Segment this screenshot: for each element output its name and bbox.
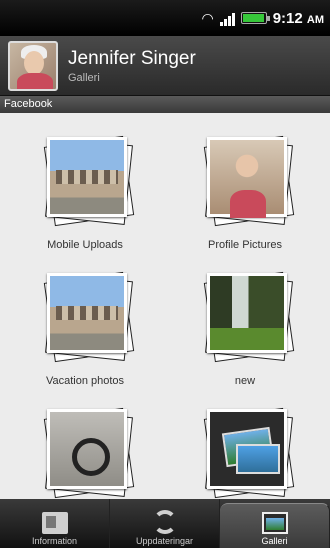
bottom-tab-bar: Information Uppdateringar Galleri	[0, 499, 330, 548]
clock: 9:12 AM	[272, 9, 324, 27]
album-label: Mobile Uploads	[47, 239, 123, 251]
tab-updates[interactable]: Uppdateringar	[110, 499, 220, 548]
gallery-icon	[261, 512, 288, 534]
album-item[interactable]: Profile Pictures	[165, 127, 325, 263]
profile-subtitle: Galleri	[68, 71, 100, 84]
album-cover	[47, 137, 127, 217]
avatar[interactable]	[8, 40, 58, 91]
album-label: new	[234, 375, 256, 387]
tab-gallery[interactable]: Galleri	[220, 503, 330, 548]
album-label: Vacation photos	[45, 375, 125, 387]
album-cover	[207, 409, 287, 489]
profile-header: Jennifer Singer Galleri	[0, 36, 330, 96]
album-item[interactable]	[5, 399, 165, 499]
album-grid: Mobile Uploads Profile Pictures Vacation…	[0, 113, 330, 499]
album-item[interactable]: Mobile Uploads	[5, 127, 165, 263]
battery-icon	[240, 12, 270, 24]
album-label: Profile Pictures	[208, 239, 282, 251]
album-item[interactable]	[165, 399, 325, 499]
wifi-icon: ◠	[201, 9, 214, 26]
album-item[interactable]: Vacation photos	[5, 263, 165, 399]
album-cover	[47, 273, 127, 353]
sync-icon	[152, 510, 177, 534]
album-cover	[207, 273, 287, 353]
album-item[interactable]: new	[165, 263, 325, 399]
tab-label: Information	[31, 536, 78, 546]
signal-icon	[219, 10, 235, 26]
profile-name: Jennifer Singer	[68, 47, 196, 69]
tab-information[interactable]: Information	[0, 499, 110, 548]
status-bar: ◠ 9:12 AM	[0, 0, 330, 36]
album-cover	[47, 409, 127, 489]
tab-label: Galleri	[261, 536, 288, 546]
tab-label: Uppdateringar	[135, 536, 194, 546]
album-cover	[207, 137, 287, 218]
section-header: Facebook	[0, 96, 330, 113]
info-card-icon	[41, 512, 68, 534]
